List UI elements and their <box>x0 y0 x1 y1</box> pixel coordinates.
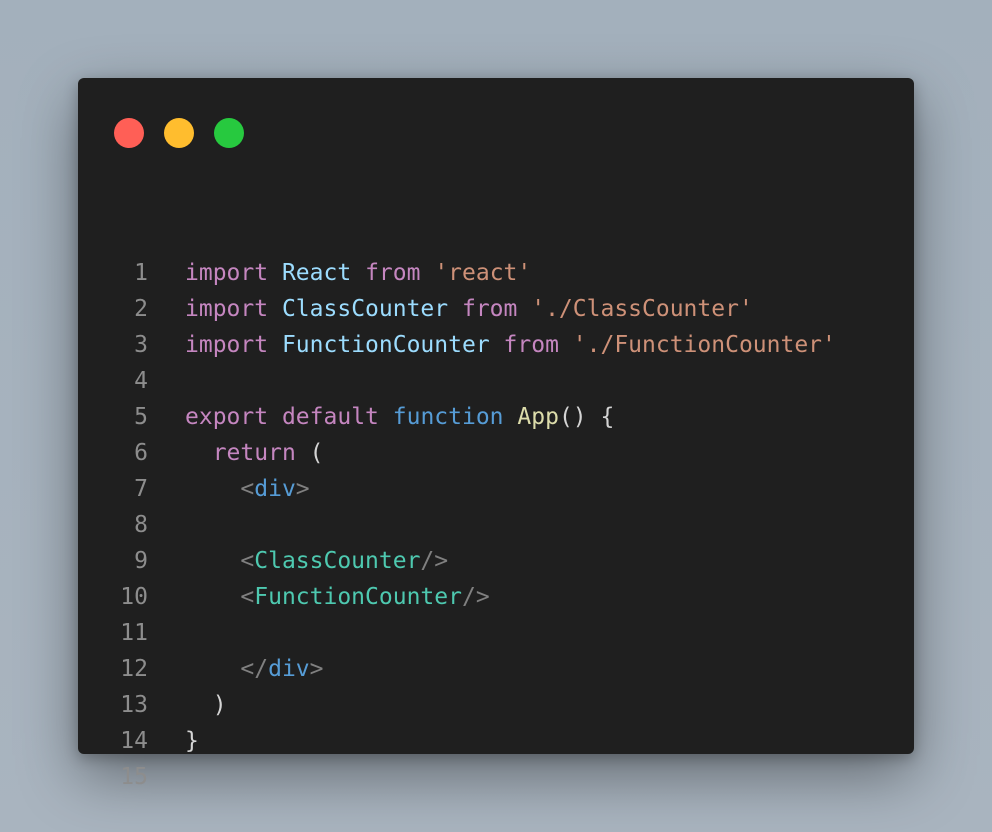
code-token: FunctionCounter <box>254 584 462 610</box>
code-token: from <box>461 296 518 322</box>
line-source: ) <box>185 687 227 723</box>
code-token: div <box>254 476 296 502</box>
line-number: 7 <box>134 476 148 502</box>
code-token: import <box>185 260 269 286</box>
code-token: > <box>309 656 324 682</box>
line-number: 12 <box>120 656 148 682</box>
line-source: </div> <box>185 651 324 687</box>
line-number: 9 <box>134 548 148 574</box>
code-token: from <box>365 260 421 286</box>
code-token: ( <box>295 440 324 466</box>
code-token: default <box>281 404 379 430</box>
maximize-button[interactable] <box>214 118 244 148</box>
code-window: 1 import React from 'react' 2 import ClassC… <box>78 78 914 790</box>
code-token: import <box>185 332 269 358</box>
line-number: 1 <box>134 260 148 286</box>
code-token: './FunctionCounter' <box>572 332 836 358</box>
line-source: import FunctionCounter from './FunctionC… <box>185 327 836 363</box>
line-number: 3 <box>134 332 148 358</box>
code-token: export <box>185 404 269 430</box>
code-token: /> <box>420 548 449 574</box>
code-token: ClassCounter <box>254 548 421 574</box>
code-token: from <box>503 332 559 358</box>
line-number: 10 <box>120 584 148 610</box>
line-source: <FunctionCounter/> <box>185 579 490 615</box>
line-number: 6 <box>134 440 148 466</box>
code-token: div <box>268 656 310 682</box>
line-number: 15 <box>120 764 148 790</box>
line-source: export default function App() { <box>185 399 614 435</box>
code-token: } <box>185 728 199 754</box>
line-number: 13 <box>120 692 148 718</box>
code-token: () { <box>558 404 615 430</box>
line-number: 8 <box>134 512 148 538</box>
code-token: 'react' <box>434 260 532 286</box>
window-controls <box>114 118 244 148</box>
code-token: </ <box>240 656 269 682</box>
code-token: ) <box>185 692 227 718</box>
code-token: App <box>517 404 559 430</box>
line-number: 14 <box>120 728 148 754</box>
line-source: import ClassCounter from './ClassCounter… <box>185 291 753 327</box>
code-token: FunctionCounter <box>281 332 490 358</box>
line-number: 2 <box>134 296 148 322</box>
code-token: function <box>392 404 504 430</box>
close-button[interactable] <box>114 118 144 148</box>
line-source: import React from 'react' <box>185 255 531 291</box>
code-token: './ClassCounter' <box>531 296 753 322</box>
code-token: return <box>212 440 296 466</box>
code-token: < <box>240 476 255 502</box>
code-token: < <box>240 548 255 574</box>
code-token: import <box>185 296 269 322</box>
line-source: <div> <box>185 471 310 507</box>
code-token: > <box>295 476 310 502</box>
minimize-button[interactable] <box>164 118 194 148</box>
code-token: < <box>240 584 255 610</box>
line-source: } <box>185 723 199 759</box>
line-number: 5 <box>134 404 148 430</box>
code-token: /> <box>461 584 490 610</box>
line-number: 4 <box>134 368 148 394</box>
line-number: 11 <box>120 620 148 646</box>
line-source: <ClassCounter/> <box>185 543 448 579</box>
line-source: return ( <box>185 435 324 471</box>
code-token: React <box>281 260 352 286</box>
code-token: ClassCounter <box>281 296 449 322</box>
